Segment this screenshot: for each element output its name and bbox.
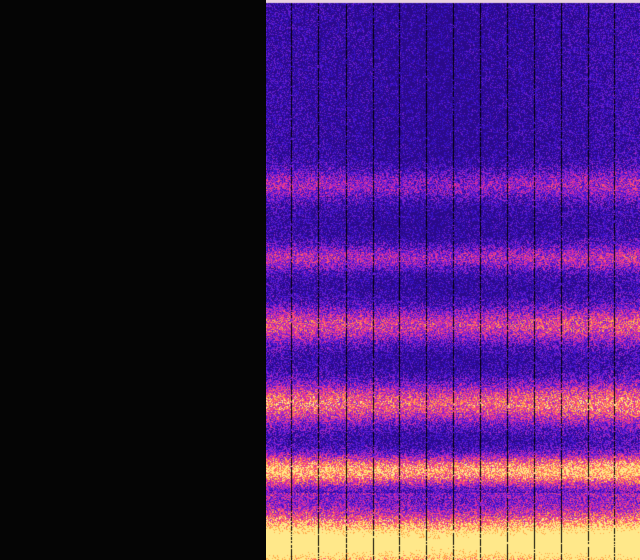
- blank-left-region: [0, 0, 266, 560]
- spectrogram-heatmap: [266, 0, 640, 560]
- image-canvas: [0, 0, 640, 560]
